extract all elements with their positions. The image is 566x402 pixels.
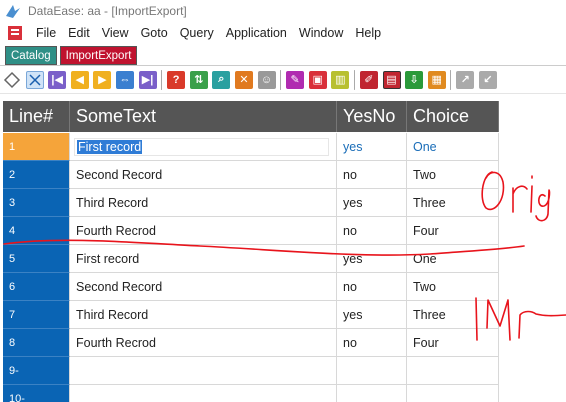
choice-cell[interactable]: One [407,245,499,273]
toolbar-separator [353,69,355,90]
edit-icon[interactable]: ✐ [359,70,378,89]
line-number-cell[interactable]: 10- [3,385,70,402]
navigate-icon[interactable] [3,71,21,89]
sometext-cell[interactable]: Third Record [70,189,337,217]
sometext-cell[interactable]: Fourth Recrod [70,329,337,357]
yesno-cell[interactable] [337,357,407,385]
menu-help[interactable]: Help [349,26,387,40]
sometext-cell[interactable]: Second Record [70,273,337,301]
table-row[interactable]: 1 First record yes One [0,133,499,161]
column-header-yesno[interactable]: YesNo [337,101,407,132]
yesno-cell[interactable] [337,385,407,402]
save-icon[interactable]: ▣ [308,70,327,89]
choice-cell[interactable]: Two [407,161,499,189]
line-number-cell[interactable]: 2 [3,161,70,189]
line-number-cell[interactable]: 9- [3,357,70,385]
sometext-input[interactable]: First record [74,137,329,156]
tab-catalog[interactable]: Catalog [5,46,57,65]
select-icon[interactable] [25,70,44,89]
sometext-cell[interactable]: Fourth Recrod [70,217,337,245]
toolbar-separator [450,69,452,90]
yesno-cell[interactable]: no [337,161,407,189]
sometext-cell[interactable]: First record [70,245,337,273]
toolbar-separator [280,69,282,90]
trash-icon[interactable]: ▥ [331,70,350,89]
line-number-cell[interactable]: 4 [3,217,70,245]
help-icon[interactable]: ? [167,70,186,89]
table-row[interactable]: 7 Third Record yes Three [0,301,499,329]
jump-icon[interactable]: ⇔ [115,70,134,89]
yesno-cell[interactable]: yes [337,245,407,273]
menu-application[interactable]: Application [220,26,293,40]
choice-cell[interactable] [407,357,499,385]
toolbar-separator [161,69,163,90]
next-record-icon[interactable]: ▶ [93,70,112,89]
yesno-cell[interactable]: no [337,329,407,357]
first-record-icon[interactable]: |◀ [48,70,67,89]
column-header-choice[interactable]: Choice [407,101,499,132]
line-number-cell[interactable]: 7 [3,301,70,329]
form-icon[interactable] [6,24,24,42]
print-icon[interactable]: ▤ [382,70,401,89]
sometext-cell[interactable]: First record [70,133,337,161]
table-row[interactable]: 2 Second Record no Two [0,161,499,189]
yesno-cell[interactable]: yes [337,189,407,217]
menu-file[interactable]: File [30,26,62,40]
title-bar: DataEase: aa - [ImportExport] [0,0,566,22]
column-header-sometext[interactable]: SomeText [70,101,337,132]
menu-window[interactable]: Window [293,26,349,40]
table-row[interactable]: 4 Fourth Recrod no Four [0,217,499,245]
sometext-cell[interactable] [70,385,337,402]
sometext-cell[interactable]: Second Record [70,161,337,189]
zoom-out-icon[interactable]: ↙ [478,70,497,89]
dataease-logo-icon [6,5,20,18]
toolbar: |◀ ◀ ▶ ⇔ ▶| ? ⇅ ⌕ ✕ ☺ ✎ ▣ ▥ ✐ ▤ ⇩ ▦ ↗ ↙ [0,66,566,94]
choice-cell[interactable]: Three [407,189,499,217]
line-number-cell[interactable]: 3 [3,189,70,217]
previous-record-icon[interactable]: ◀ [70,70,89,89]
choice-cell[interactable] [407,385,499,402]
table-row[interactable]: 8 Fourth Recrod no Four [0,329,499,357]
selected-text: First record [77,139,143,154]
zoom-in-icon[interactable]: ↗ [456,70,475,89]
line-number-cell[interactable]: 1 [3,133,70,161]
layout-icon[interactable]: ▦ [427,70,446,89]
menu-view[interactable]: View [96,26,135,40]
table-row[interactable]: 6 Second Record no Two [0,273,499,301]
table-row[interactable]: 9- [0,357,499,385]
line-number-cell[interactable]: 6 [3,273,70,301]
choice-cell[interactable]: Four [407,329,499,357]
table-row[interactable]: 5 First record yes One [0,245,499,273]
menu-query[interactable]: Query [174,26,220,40]
yesno-cell[interactable]: yes [337,133,407,161]
menu-bar: File Edit View Goto Query Application Wi… [0,22,566,44]
table-row[interactable]: 3 Third Record yes Three [0,189,499,217]
line-number-cell[interactable]: 8 [3,329,70,357]
sometext-cell[interactable]: Third Record [70,301,337,329]
choice-cell[interactable]: Three [407,301,499,329]
choice-cell[interactable]: One [407,133,499,161]
menu-goto[interactable]: Goto [135,26,174,40]
yesno-cell[interactable]: no [337,273,407,301]
sometext-cell[interactable] [70,357,337,385]
delete-icon[interactable]: ✎ [286,70,305,89]
document-tabs: Catalog ImportExport [0,44,566,66]
sort-icon[interactable]: ⇅ [189,70,208,89]
yesno-cell[interactable]: no [337,217,407,245]
find-icon[interactable]: ⌕ [212,70,231,89]
clear-icon[interactable]: ✕ [234,70,253,89]
last-record-icon[interactable]: ▶| [138,70,157,89]
choice-cell[interactable]: Four [407,217,499,245]
export-icon[interactable]: ⇩ [405,70,424,89]
table-row[interactable]: 10- [0,385,499,402]
choice-cell[interactable]: Two [407,273,499,301]
column-header-line[interactable]: Line# [3,101,70,132]
yesno-cell[interactable]: yes [337,301,407,329]
window-title: DataEase: aa - [ImportExport] [28,4,187,18]
line-number-cell[interactable]: 5 [3,245,70,273]
user-icon[interactable]: ☺ [257,70,276,89]
menu-edit[interactable]: Edit [62,26,96,40]
tab-importexport[interactable]: ImportExport [59,46,138,65]
